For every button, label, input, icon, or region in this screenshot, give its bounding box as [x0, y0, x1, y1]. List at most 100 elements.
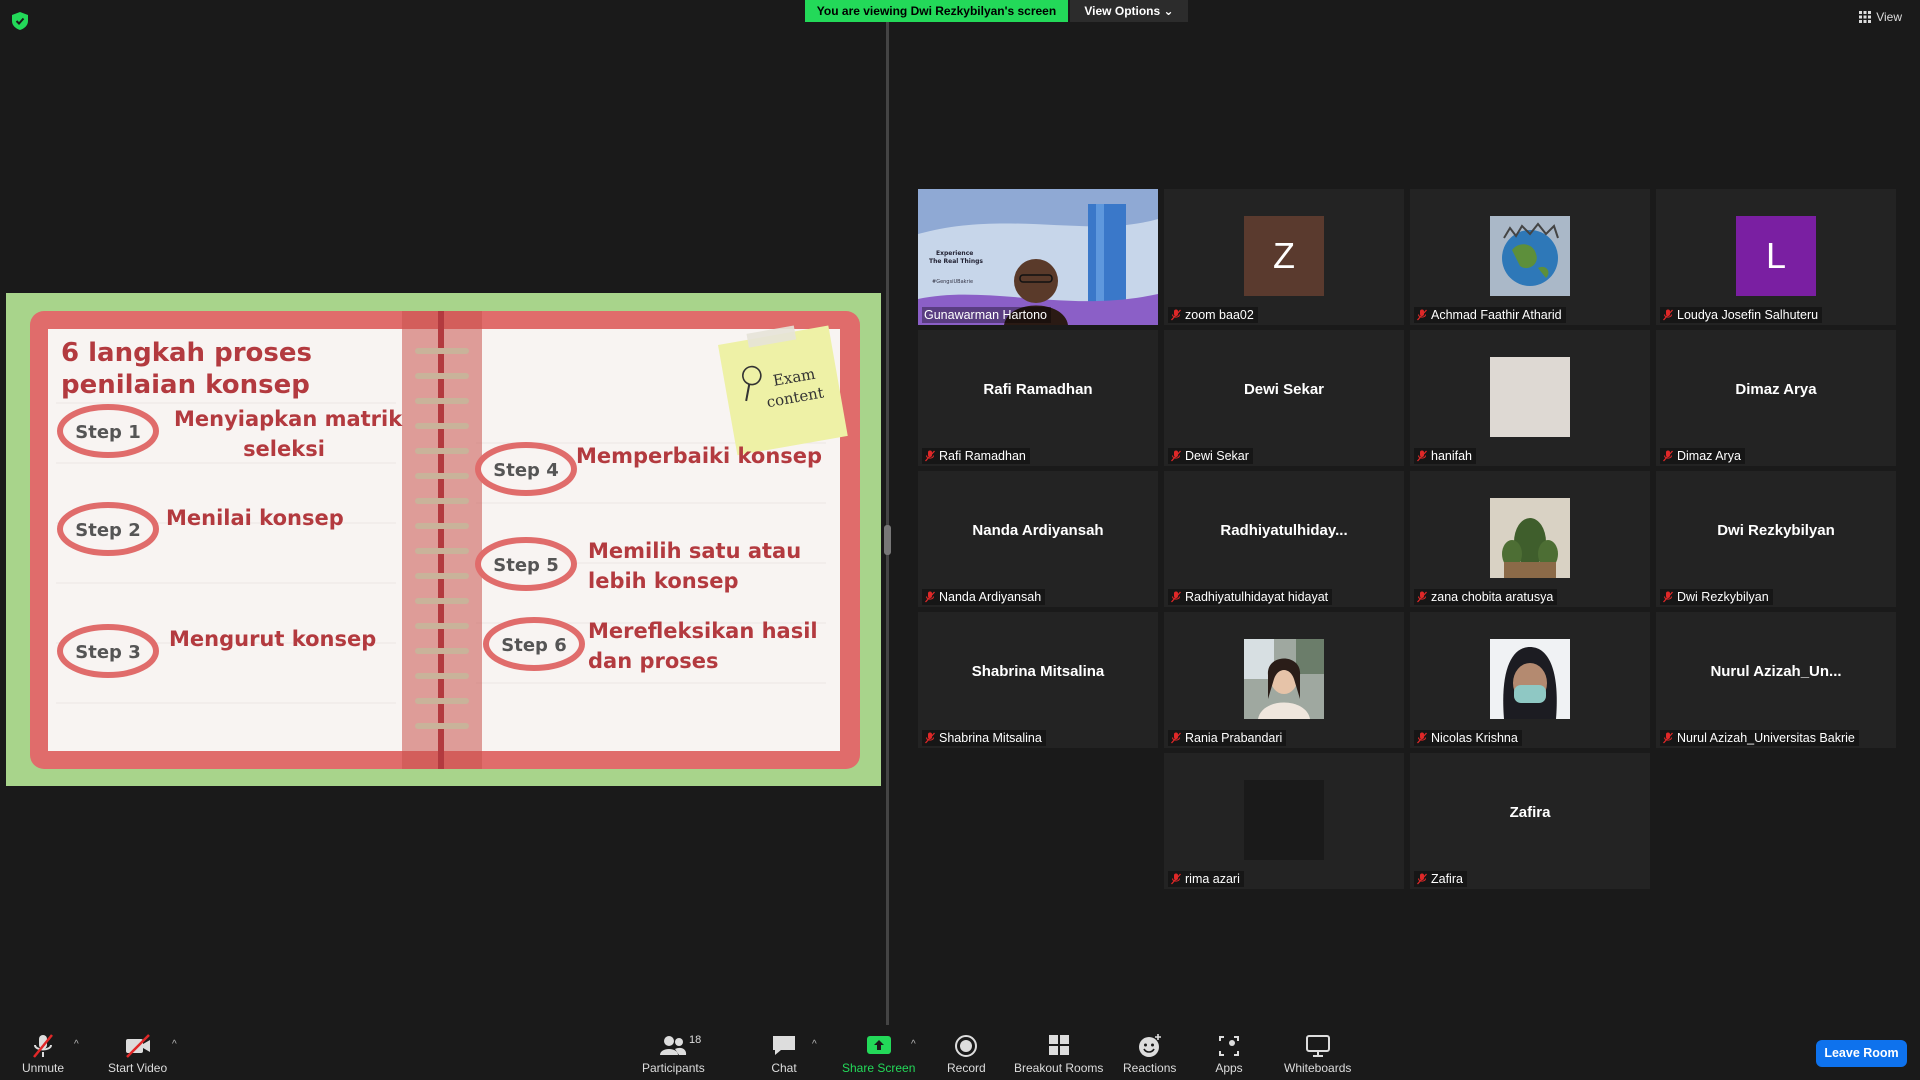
encryption-shield-icon[interactable] [12, 12, 28, 30]
participant-display-name: Radhiyatulhiday... [1220, 521, 1348, 539]
split-divider[interactable] [886, 22, 889, 1025]
step-badge-label: Step 2 [75, 520, 140, 541]
chevron-down-icon: ⌄ [1163, 4, 1174, 18]
reactions-label: Reactions [1123, 1061, 1177, 1075]
participant-name-label: Shabrina Mitsalina [922, 730, 1046, 746]
participant-tile[interactable]: Zafira Zafira [1410, 753, 1650, 889]
avatar-photo [1490, 639, 1570, 719]
participant-tile[interactable]: Shabrina Mitsalina Shabrina Mitsalina [918, 612, 1158, 748]
view-button[interactable]: View [1859, 10, 1902, 24]
participant-tile[interactable]: Nicolas Krishna [1410, 612, 1650, 748]
mic-muted-icon [925, 591, 935, 603]
zoom-meeting-window: You are viewing Dwi Rezkybilyan's screen… [0, 0, 1920, 1080]
participant-name-label: rima azari [1168, 871, 1244, 887]
mic-muted-icon [1663, 450, 1673, 462]
participant-tile[interactable]: Dwi Rezkybilyan Dwi Rezkybilyan [1656, 471, 1896, 607]
leave-room-button[interactable]: Leave Room [1816, 1040, 1907, 1067]
step-text-line1: Memilih satu atau [588, 539, 801, 563]
participant-name: Dwi Rezkybilyan [1677, 590, 1769, 604]
participant-name-label: Zafira [1414, 871, 1467, 887]
start-video-button[interactable]: Start Video [108, 1033, 167, 1075]
shared-screen[interactable]: 6 langkah proses penilaian konsep Exam c… [6, 293, 881, 786]
participant-display-name: Nurul Azizah_Un... [1710, 662, 1842, 680]
microphone-muted-icon [33, 1034, 53, 1058]
participant-name-label: zoom baa02 [1168, 307, 1258, 323]
participant-name: Rafi Ramadhan [939, 449, 1026, 463]
avatar: L [1736, 216, 1816, 296]
participant-name-label: zana chobita aratusya [1414, 589, 1558, 605]
participant-tile[interactable]: zana chobita aratusya [1410, 471, 1650, 607]
step-text-line1: Mengurut konsep [169, 627, 376, 651]
participant-tile[interactable]: Nurul Azizah_Un... Nurul Azizah_Universit… [1656, 612, 1896, 748]
participant-name: hanifah [1431, 449, 1473, 463]
video-slide-line2: The Real Things [929, 258, 983, 265]
meeting-toolbar: Unmute ^ Start Video ^ Participants 18 C… [0, 1025, 1920, 1080]
whiteboards-button[interactable]: Whiteboards [1284, 1033, 1351, 1075]
participant-name-label: hanifah [1414, 448, 1477, 464]
participant-tile[interactable]: hanifah [1410, 330, 1650, 466]
participant-tile[interactable]: Rania Prabandari [1164, 612, 1404, 748]
participant-display-name: Dimaz Arya [1735, 380, 1817, 398]
mic-muted-icon [1171, 309, 1181, 321]
participant-tile[interactable]: Zzoom baa02 [1164, 189, 1404, 325]
divider-drag-handle[interactable] [884, 525, 891, 555]
share-screen-icon [866, 1036, 891, 1054]
slide-title-line2: penilaian konsep [61, 370, 310, 400]
participant-name: Nurul Azizah_Universitas Bakrie [1677, 731, 1855, 745]
participant-name-label: Achmad Faathir Atharid [1414, 307, 1566, 323]
chat-options-caret-icon[interactable]: ^ [812, 1039, 817, 1050]
mic-muted-icon [1663, 309, 1673, 321]
breakout-rooms-button[interactable]: Breakout Rooms [1014, 1033, 1103, 1075]
participant-tile[interactable]: Dewi Sekar Dewi Sekar [1164, 330, 1404, 466]
participants-icon [660, 1036, 687, 1055]
chat-icon [773, 1036, 795, 1055]
record-button[interactable]: Record [947, 1033, 986, 1075]
participant-name-label: Rania Prabandari [1168, 730, 1287, 746]
participant-name: Zafira [1431, 872, 1463, 886]
participant-name-label: Rafi Ramadhan [922, 448, 1030, 464]
video-slide-line1: Experience [936, 250, 973, 257]
audio-options-caret-icon[interactable]: ^ [74, 1039, 79, 1050]
mic-muted-icon [1417, 309, 1427, 321]
participant-tile[interactable]: rima azari [1164, 753, 1404, 889]
chat-button[interactable]: Chat [770, 1033, 798, 1075]
participant-display-name: Rafi Ramadhan [983, 380, 1093, 398]
participant-name-label: Loudya Josefin Salhuteru [1660, 307, 1823, 323]
reactions-icon [1138, 1034, 1161, 1057]
video-options-caret-icon[interactable]: ^ [172, 1039, 177, 1050]
avatar-image [1490, 357, 1570, 437]
participant-display-name: Zafira [1509, 803, 1551, 821]
participant-name-label: Dimaz Arya [1660, 448, 1745, 464]
avatar-cactus-image [1490, 498, 1570, 578]
participant-name-label: Nurul Azizah_Universitas Bakrie [1660, 730, 1859, 746]
participant-tile[interactable]: Nanda Ardiyansah Nanda Ardiyansah [918, 471, 1158, 607]
mic-muted-icon [1171, 450, 1181, 462]
participant-tile[interactable]: Experience The Real Things #GengsiUBakrie G… [918, 189, 1158, 325]
mic-muted-icon [1417, 450, 1427, 462]
apps-button[interactable]: Apps [1215, 1033, 1243, 1075]
mic-muted-icon [1417, 591, 1427, 603]
participant-tile[interactable]: Achmad Faathir Atharid [1410, 189, 1650, 325]
participant-tile[interactable]: L Loudya Josefin Salhuteru [1656, 189, 1896, 325]
step-text-line2: lebih konsep [588, 569, 739, 593]
view-options-button[interactable]: View Options ⌄ [1070, 0, 1188, 22]
participants-label: Participants [642, 1061, 705, 1075]
participant-name-label: Dwi Rezkybilyan [1660, 589, 1773, 605]
share-screen-button[interactable]: Share Screen [842, 1033, 915, 1075]
mic-muted-icon [1417, 732, 1427, 744]
step-badge-label: Step 5 [493, 555, 558, 576]
participant-tile[interactable]: Dimaz Arya Dimaz Arya [1656, 330, 1896, 466]
video-feed: ExperienceThe Real Things #GengsiUBakrie [918, 189, 1158, 325]
reactions-button[interactable]: Reactions [1123, 1033, 1176, 1075]
participant-name-label: Gunawarman Hartono [922, 307, 1051, 323]
mic-muted-icon [1663, 732, 1673, 744]
chat-label: Chat [771, 1061, 797, 1075]
participant-name: rima azari [1185, 872, 1240, 886]
participant-name-label: Nanda Ardiyansah [922, 589, 1046, 605]
step-text-line1: Menilai konsep [166, 506, 344, 530]
unmute-button[interactable]: Unmute [22, 1033, 64, 1075]
participant-tile[interactable]: Radhiyatulhiday... Radhiyatulhidayat hida… [1164, 471, 1404, 607]
participant-name: Loudya Josefin Salhuteru [1677, 308, 1819, 322]
share-options-caret-icon[interactable]: ^ [911, 1039, 916, 1050]
participant-tile[interactable]: Rafi Ramadhan Rafi Ramadhan [918, 330, 1158, 466]
